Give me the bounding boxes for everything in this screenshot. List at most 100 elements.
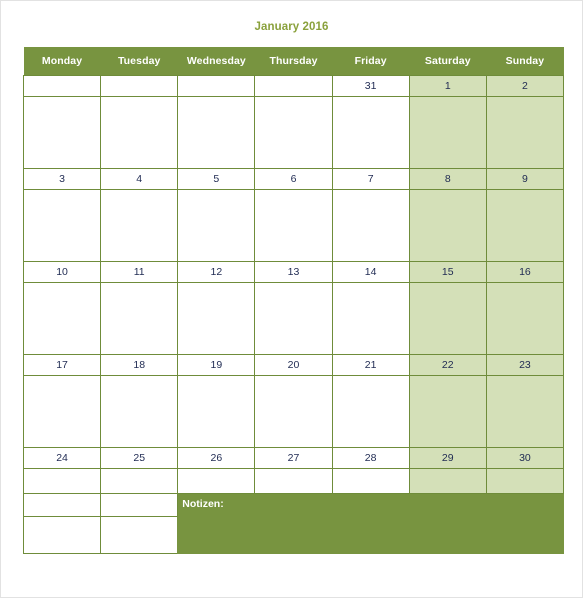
date-cell[interactable]: 14 — [331, 261, 410, 283]
date-cell[interactable]: 1 — [408, 75, 487, 97]
date-cell[interactable]: 7 — [331, 168, 410, 190]
week-note-row — [22, 282, 565, 355]
day-note-cell[interactable] — [22, 282, 102, 355]
day-note-cell[interactable] — [177, 375, 256, 448]
calendar-table: Monday Tuesday Wednesday Thursday Friday… — [22, 47, 565, 554]
week-date-row: 24 25 26 27 28 29 30 — [22, 447, 565, 469]
weekday-header: Monday Tuesday Wednesday Thursday Friday… — [23, 47, 564, 76]
date-cell[interactable]: 2 — [485, 75, 565, 97]
week-date-row: 3 4 5 6 7 8 9 — [22, 168, 565, 190]
weekday-header-monday: Monday — [23, 47, 101, 76]
date-cell[interactable]: 27 — [254, 447, 333, 469]
week-note-row — [22, 375, 565, 448]
day-note-cell[interactable] — [485, 96, 565, 169]
week-date-row: 31 1 2 — [22, 75, 565, 97]
day-note-cell[interactable] — [408, 375, 487, 448]
day-note-cell[interactable] — [485, 189, 565, 262]
date-cell[interactable]: 3 — [22, 168, 102, 190]
date-cell[interactable] — [177, 75, 256, 97]
date-cell[interactable]: 19 — [177, 354, 256, 376]
date-cell[interactable]: 15 — [408, 261, 487, 283]
date-cell[interactable]: 12 — [177, 261, 256, 283]
date-cell[interactable]: 31 — [331, 75, 410, 97]
day-note-cell[interactable] — [408, 468, 487, 494]
day-note-cell[interactable] — [100, 96, 179, 169]
day-note-cell[interactable] — [331, 468, 410, 494]
day-note-cell[interactable] — [22, 468, 102, 494]
date-cell[interactable]: 5 — [177, 168, 256, 190]
day-note-cell[interactable] — [331, 282, 410, 355]
date-cell[interactable] — [254, 75, 333, 97]
date-cell[interactable]: 25 — [100, 447, 179, 469]
day-note-cell[interactable] — [485, 468, 565, 494]
date-cell[interactable]: 18 — [100, 354, 179, 376]
page-title: January 2016 — [254, 21, 329, 33]
day-note-cell[interactable] — [22, 493, 102, 517]
notes-section-row: Notizen: — [22, 493, 564, 554]
weekday-header-saturday: Saturday — [409, 47, 487, 76]
day-note-cell[interactable] — [22, 375, 102, 448]
day-note-cell[interactable] — [177, 189, 256, 262]
date-cell[interactable]: 24 — [22, 447, 102, 469]
date-cell[interactable]: 9 — [485, 168, 565, 190]
date-cell[interactable]: 20 — [254, 354, 333, 376]
date-cell[interactable]: 26 — [177, 447, 256, 469]
date-cell[interactable]: 28 — [331, 447, 410, 469]
calendar-container: Monday Tuesday Wednesday Thursday Friday… — [22, 47, 565, 554]
day-note-cell[interactable] — [177, 468, 256, 494]
day-note-cell[interactable] — [331, 96, 410, 169]
day-note-cell[interactable] — [485, 282, 565, 355]
date-cell[interactable]: 11 — [100, 261, 179, 283]
day-note-cell[interactable] — [100, 493, 179, 517]
date-cell[interactable]: 21 — [331, 354, 410, 376]
week-note-row — [22, 468, 565, 494]
day-note-cell[interactable] — [331, 189, 410, 262]
date-cell[interactable] — [22, 75, 102, 97]
date-cell[interactable]: 10 — [22, 261, 102, 283]
day-note-cell[interactable] — [254, 468, 333, 494]
week-date-row: 17 18 19 20 21 22 23 — [22, 354, 565, 376]
date-cell[interactable]: 8 — [408, 168, 487, 190]
calendar-page: January 2016 Monday Tuesday Wednesday Th… — [0, 0, 583, 598]
notes-label: Notizen: — [182, 498, 224, 510]
day-note-cell[interactable] — [177, 282, 256, 355]
day-note-cell[interactable] — [254, 189, 333, 262]
weekday-header-tuesday: Tuesday — [100, 47, 178, 76]
date-cell[interactable]: 22 — [408, 354, 487, 376]
notes-block[interactable]: Notizen: — [177, 493, 564, 554]
weekday-header-friday: Friday — [332, 47, 410, 76]
day-note-cell[interactable] — [22, 516, 102, 554]
day-note-cell[interactable] — [100, 468, 179, 494]
date-cell[interactable]: 30 — [485, 447, 565, 469]
week-note-row — [22, 189, 565, 262]
day-note-cell[interactable] — [331, 375, 410, 448]
weekday-header-row: Monday Tuesday Wednesday Thursday Friday… — [23, 47, 564, 76]
week-note-row — [22, 96, 565, 169]
date-cell[interactable]: 4 — [100, 168, 179, 190]
day-note-cell[interactable] — [408, 282, 487, 355]
date-cell[interactable]: 17 — [22, 354, 102, 376]
day-note-cell[interactable] — [254, 375, 333, 448]
weekday-header-wednesday: Wednesday — [177, 47, 255, 76]
date-cell[interactable]: 13 — [254, 261, 333, 283]
day-note-cell[interactable] — [22, 96, 102, 169]
date-cell[interactable]: 16 — [485, 261, 565, 283]
day-note-cell[interactable] — [485, 375, 565, 448]
day-note-cell[interactable] — [254, 282, 333, 355]
day-note-cell[interactable] — [408, 189, 487, 262]
date-cell[interactable]: 23 — [485, 354, 565, 376]
day-note-cell[interactable] — [22, 189, 102, 262]
day-note-cell[interactable] — [100, 282, 179, 355]
weekday-header-sunday: Sunday — [486, 47, 564, 76]
day-note-cell[interactable] — [100, 516, 179, 554]
day-note-cell[interactable] — [177, 96, 256, 169]
date-cell[interactable]: 6 — [254, 168, 333, 190]
day-note-cell[interactable] — [100, 189, 179, 262]
week-date-row: 10 11 12 13 14 15 16 — [22, 261, 565, 283]
day-note-cell[interactable] — [408, 96, 487, 169]
date-cell[interactable] — [100, 75, 179, 97]
weekday-header-thursday: Thursday — [254, 47, 333, 76]
day-note-cell[interactable] — [100, 375, 179, 448]
date-cell[interactable]: 29 — [408, 447, 487, 469]
day-note-cell[interactable] — [254, 96, 333, 169]
